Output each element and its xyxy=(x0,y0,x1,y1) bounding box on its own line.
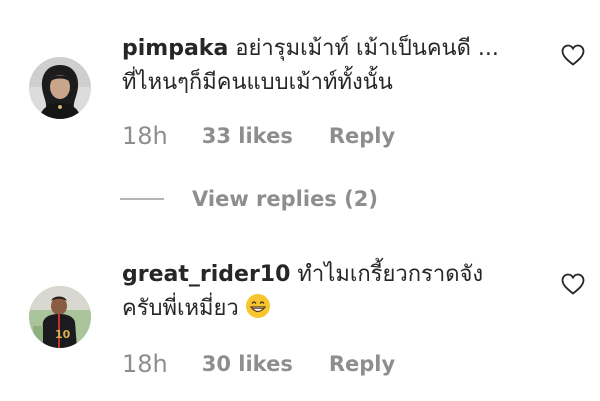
comment-body-line2: ที่ไหนๆก็มีคนแบบเม้าท์ทั้งนั้น xyxy=(122,70,393,95)
likes-count[interactable]: 33 likes xyxy=(202,124,293,148)
like-heart-icon[interactable] xyxy=(561,273,585,295)
like-heart-icon[interactable] xyxy=(561,44,585,66)
reply-button[interactable]: Reply xyxy=(329,352,395,376)
view-replies-button[interactable]: View replies (2) xyxy=(120,184,378,214)
username[interactable]: pimpaka xyxy=(122,36,228,61)
username[interactable]: great_rider10 xyxy=(122,262,290,287)
avatar-woman-icon xyxy=(29,57,91,119)
comment-body-line1: ทำไมเกรี้ยวกราดจัง xyxy=(297,262,484,287)
divider-line xyxy=(120,198,164,200)
avatar[interactable]: 10 xyxy=(29,286,91,348)
comment-text: pimpaka อย่ารุมเม้าท์ เม้าเป็นคนดี ... ท… xyxy=(122,32,532,100)
avatar-soccer-player-icon: 10 xyxy=(29,286,91,348)
view-replies-label: View replies (2) xyxy=(192,187,378,211)
comment-text: great_rider10 ทำไมเกรี้ยวกราดจัง ครับพี่… xyxy=(122,258,532,326)
svg-text:10: 10 xyxy=(55,328,71,341)
reply-button[interactable]: Reply xyxy=(329,124,395,148)
likes-count[interactable]: 30 likes xyxy=(202,352,293,376)
timestamp: 18h xyxy=(122,122,168,150)
avatar[interactable] xyxy=(29,57,91,119)
comment-meta: 18h 30 likes Reply xyxy=(122,349,395,379)
grinning-emoji-icon xyxy=(245,293,271,319)
comment-body-line2: ครับพี่เหมี่ยว xyxy=(122,296,239,321)
timestamp: 18h xyxy=(122,350,168,378)
comment-body-line1: อย่ารุมเม้าท์ เม้าเป็นคนดี ... xyxy=(235,36,499,61)
comment-meta: 18h 33 likes Reply xyxy=(122,121,395,151)
